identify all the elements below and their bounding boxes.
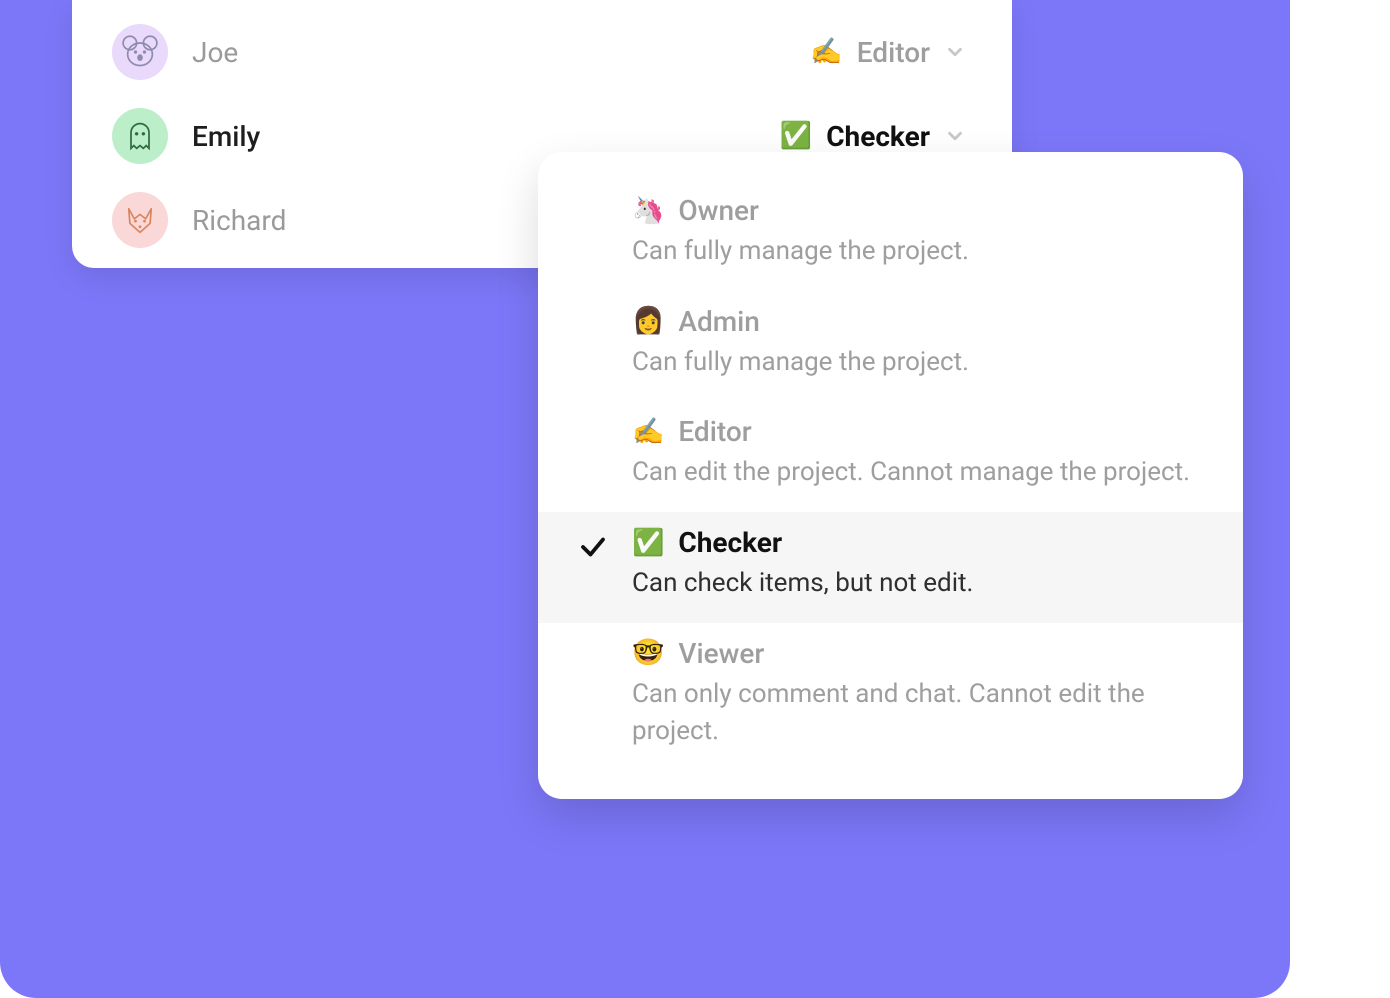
writing-hand-icon: ✍️ [632,417,664,447]
nerd-face-icon: 🤓 [632,638,664,668]
role-option-owner[interactable]: 🦄 Owner Can fully manage the project. [538,180,1243,291]
role-label: Editor [857,36,930,69]
option-label: Admin [678,305,759,338]
koala-icon [122,34,158,70]
member-name: Emily [192,120,260,153]
role-option-checker[interactable]: ✅ Checker Can check items, but not edit. [538,512,1243,623]
role-selector[interactable]: ✍️ Editor [810,36,966,69]
checkmark-box-icon: ✅ [632,528,664,558]
member-left: Emily [112,108,260,164]
member-name: Joe [192,36,238,69]
role-label: Checker [826,120,930,153]
avatar [112,24,168,80]
role-option-admin[interactable]: 👩 Admin Can fully manage the project. [538,291,1243,402]
member-row: Joe ✍️ Editor [72,10,1012,94]
role-option-editor[interactable]: ✍️ Editor Can edit the project. Cannot m… [538,401,1243,512]
checkmark-box-icon: ✅ [780,121,812,151]
option-description: Can edit the project. Cannot manage the … [632,454,1191,492]
role-selector[interactable]: ✅ Checker [780,120,966,153]
option-description: Can check items, but not edit. [632,565,1191,603]
check-icon [578,532,608,562]
woman-icon: 👩 [632,306,664,336]
app-canvas: Joe ✍️ Editor Emily [0,0,1290,998]
chevron-down-icon [944,41,966,63]
option-description: Can fully manage the project. [632,233,1191,271]
option-label: Owner [678,194,759,227]
fox-icon [122,202,158,238]
member-name: Richard [192,204,286,237]
chevron-down-icon [944,125,966,147]
member-left: Joe [112,24,238,80]
avatar [112,108,168,164]
option-label: Editor [678,415,751,448]
option-label: Viewer [678,637,764,670]
unicorn-icon: 🦄 [632,196,664,226]
member-left: Richard [112,192,286,248]
ghost-icon [122,118,158,154]
role-option-viewer[interactable]: 🤓 Viewer Can only comment and chat. Cann… [538,623,1243,771]
role-dropdown: 🦄 Owner Can fully manage the project. 👩 … [538,152,1243,799]
option-description: Can fully manage the project. [632,344,1191,382]
avatar [112,192,168,248]
option-description: Can only comment and chat. Cannot edit t… [632,676,1191,751]
writing-hand-icon: ✍️ [810,37,842,67]
option-label: Checker [678,526,782,559]
